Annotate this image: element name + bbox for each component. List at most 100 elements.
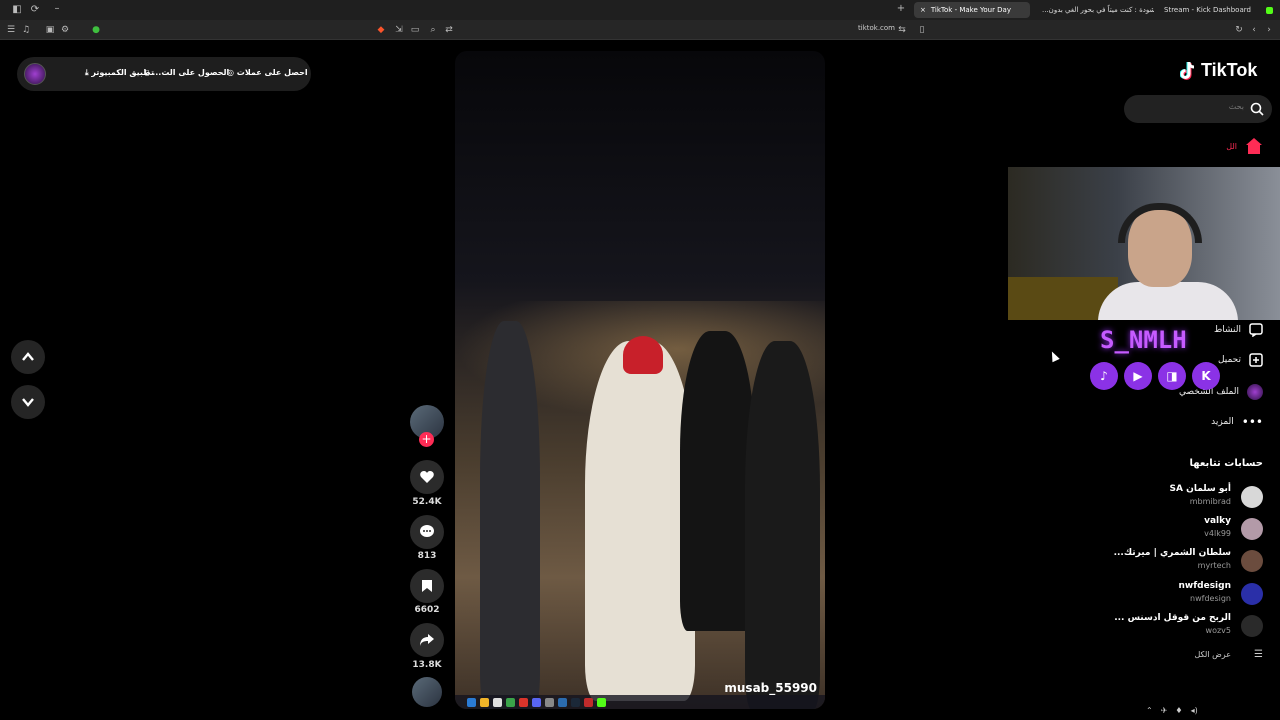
music-disc-avatar[interactable] bbox=[412, 677, 442, 707]
coin-icon: ◎ bbox=[227, 68, 234, 77]
upload-plus-icon bbox=[1249, 353, 1263, 367]
tab-nasheed[interactable]: أنشودة : كنت ميتاً في بحور الغي بدون... bbox=[1036, 2, 1154, 18]
nav-home-label: الل bbox=[1226, 141, 1237, 151]
twitch-social-icon: ◨ bbox=[1158, 362, 1186, 390]
reload-icon[interactable]: ↻ bbox=[1233, 24, 1245, 36]
following-avatar bbox=[1241, 583, 1263, 605]
video-person bbox=[480, 321, 540, 709]
follow-plus-button[interactable]: + bbox=[419, 432, 434, 447]
nav-profile[interactable]: الملف الشخصي bbox=[1179, 382, 1263, 402]
following-item[interactable]: valky v4lk99 bbox=[1103, 516, 1263, 542]
tray-volume-icon[interactable]: ◂) bbox=[1191, 706, 1198, 715]
screenshot-icon[interactable]: ▣ bbox=[44, 24, 56, 36]
like-count: 52.4K bbox=[412, 497, 442, 507]
tab-label: TikTok - Make Your Day bbox=[930, 6, 1011, 14]
video-person bbox=[623, 336, 663, 374]
nav-upload[interactable]: تحميل bbox=[1218, 350, 1263, 370]
headset bbox=[1118, 203, 1202, 243]
share-button[interactable] bbox=[410, 623, 444, 657]
following-avatar bbox=[1241, 550, 1263, 572]
nav-more-label: المزيد bbox=[1211, 417, 1234, 427]
tab-label: أنشودة : كنت ميتاً في بحور الغي بدون... bbox=[1042, 6, 1154, 14]
following-item[interactable]: أبو سلمان SA mbmibrad bbox=[1103, 484, 1263, 510]
tray-expand-icon[interactable]: ⌃ bbox=[1146, 706, 1153, 715]
pip-icon[interactable]: ⇲ bbox=[393, 24, 405, 36]
user-avatar[interactable] bbox=[24, 63, 46, 85]
browser-toolbar: ☰ ♫ ▣ ⚙ ● ◆ ⇲ ▭ ⌕ ⇄ tiktok.com ⇆ ▯ ↻ ‹ › bbox=[0, 20, 1280, 40]
bookmark-icon bbox=[422, 580, 432, 592]
streamer-name-overlay: S_NMLH bbox=[1100, 326, 1187, 354]
nav-activity[interactable]: النشاط bbox=[1214, 320, 1263, 340]
tray-mic-icon[interactable]: ♦ bbox=[1175, 706, 1182, 715]
next-video-button[interactable] bbox=[11, 385, 45, 419]
youtube-social-icon: ▶ bbox=[1124, 362, 1152, 390]
zoom-icon[interactable]: ⌕ bbox=[427, 24, 439, 36]
download-app-bar: تطبيق الكمبيوتر ⤓ الحصول على الت... ▯ اح… bbox=[17, 57, 311, 91]
extensions-icon[interactable]: ⚙ bbox=[59, 24, 71, 36]
comment-button[interactable] bbox=[410, 515, 444, 549]
tab-tiktok[interactable]: × TikTok - Make Your Day bbox=[914, 2, 1030, 18]
music-icon[interactable]: ♫ bbox=[20, 24, 32, 36]
tab-kick[interactable]: Stream - Kick Dashboard bbox=[1158, 2, 1262, 18]
list-icon: ☰ bbox=[1254, 649, 1263, 660]
close-tab-icon[interactable]: × bbox=[920, 6, 926, 14]
video-person bbox=[745, 341, 820, 709]
system-tray: ⌃ ✈ ♦ ◂) bbox=[1146, 700, 1280, 720]
search-input[interactable] bbox=[1134, 102, 1244, 111]
search-icon[interactable] bbox=[1250, 102, 1264, 116]
mouse-cursor bbox=[1048, 349, 1060, 363]
video-creator-name[interactable]: musab_55990 bbox=[724, 681, 817, 695]
following-item[interactable]: الربح من قوقل ادسنس ... wozv5 bbox=[1103, 613, 1263, 639]
save-count: 6602 bbox=[414, 605, 440, 615]
shield-check-icon[interactable]: ● bbox=[90, 24, 102, 36]
nav-activity-label: النشاط bbox=[1213, 325, 1241, 335]
kick-icon bbox=[1266, 7, 1273, 14]
following-section-title: حسابات تتابعها bbox=[1189, 458, 1263, 469]
see-all-following-button[interactable]: ☰ عرض الكل bbox=[1183, 648, 1263, 664]
following-avatar bbox=[1241, 486, 1263, 508]
nav-more[interactable]: ••• المزيد bbox=[1211, 412, 1263, 432]
comment-count: 813 bbox=[417, 551, 437, 561]
heart-icon bbox=[420, 471, 434, 483]
like-button[interactable] bbox=[410, 460, 444, 494]
get-coins-button[interactable]: احصل على عملات ◎ bbox=[227, 68, 308, 77]
share-arrow-icon bbox=[420, 634, 434, 646]
get-mobile-app-button[interactable]: الحصول على الت... ▯ bbox=[145, 68, 229, 77]
tray-network-icon[interactable]: ✈ bbox=[1161, 706, 1168, 715]
following-item[interactable]: nwfdesign nwfdesign bbox=[1103, 581, 1263, 607]
video-person bbox=[680, 331, 755, 631]
address-bar[interactable]: tiktok.com bbox=[858, 24, 895, 32]
save-button[interactable] bbox=[410, 569, 444, 603]
video-player[interactable]: musab_55990 bbox=[455, 51, 825, 709]
tab-label: Stream - Kick Dashboard bbox=[1164, 6, 1251, 14]
tiktok-logo[interactable]: TikTok bbox=[1201, 60, 1257, 81]
video-person bbox=[585, 341, 695, 701]
message-icon bbox=[1249, 323, 1263, 337]
following-avatar bbox=[1241, 615, 1263, 637]
minimize-icon[interactable]: – bbox=[46, 3, 68, 14]
nav-home[interactable]: الل bbox=[1226, 136, 1263, 156]
screen-icon[interactable]: ▭ bbox=[409, 24, 421, 36]
chevron-down-icon bbox=[22, 398, 34, 407]
nav-upload-label: تحميل bbox=[1217, 355, 1241, 365]
video-taskbar-strip bbox=[455, 695, 825, 709]
forward-icon[interactable]: › bbox=[1263, 24, 1275, 36]
previous-video-button[interactable] bbox=[11, 340, 45, 374]
share-count: 13.8K bbox=[412, 660, 442, 670]
get-desktop-app-button[interactable]: تطبيق الكمبيوتر ⤓ bbox=[85, 68, 154, 78]
back-icon[interactable]: ‹ bbox=[1248, 24, 1260, 36]
phone-icon: ▯ bbox=[145, 68, 150, 77]
profile-avatar bbox=[1247, 384, 1263, 400]
translate-icon[interactable]: ⇄ bbox=[443, 24, 455, 36]
new-tab-icon[interactable]: + bbox=[890, 3, 912, 14]
download-icon: ⤓ bbox=[85, 68, 89, 77]
menu-icon[interactable]: ☰ bbox=[5, 24, 17, 36]
comment-icon bbox=[420, 525, 434, 537]
reload-small-icon[interactable]: ⟳ bbox=[24, 4, 46, 15]
following-item[interactable]: سلطان الشمري | ميرتك... myrtech bbox=[1103, 548, 1263, 574]
brave-shield-icon[interactable]: ◆ bbox=[375, 24, 387, 36]
site-settings-icon[interactable]: ⇆ bbox=[896, 24, 908, 36]
chevron-up-icon bbox=[22, 352, 34, 361]
bookmark-icon[interactable]: ▯ bbox=[916, 24, 928, 36]
following-avatar bbox=[1241, 518, 1263, 540]
